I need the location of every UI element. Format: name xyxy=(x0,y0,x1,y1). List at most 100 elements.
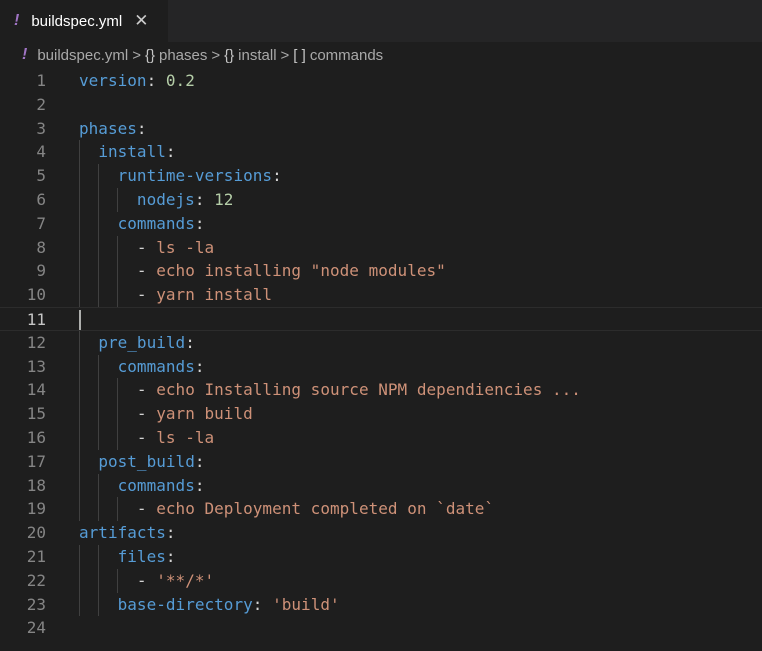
code-line[interactable]: 19 - echo Deployment completed on `date` xyxy=(0,497,762,521)
code-line[interactable]: 22 - '**/*' xyxy=(0,569,762,593)
code-text: - yarn build xyxy=(79,402,253,426)
breadcrumb-commands[interactable]: commands xyxy=(310,47,383,64)
indent-guide xyxy=(79,330,80,522)
code-line[interactable]: 4 install: xyxy=(0,140,762,164)
array-icon: [ ] xyxy=(293,46,306,64)
yaml-key: pre_build xyxy=(98,332,186,352)
yaml-punct: : xyxy=(146,71,166,90)
chevron-right-icon: > xyxy=(132,46,141,64)
yaml-string: ls -la xyxy=(156,237,215,257)
line-number: 22 xyxy=(26,570,46,590)
line-number: 10 xyxy=(26,285,46,305)
code-line[interactable]: 20 artifacts: xyxy=(0,521,762,545)
indent-guide xyxy=(79,140,80,307)
code-text: artifacts: xyxy=(79,521,176,545)
yaml-punct xyxy=(79,190,137,209)
code-line[interactable]: 3 phases: xyxy=(0,117,762,141)
yaml-punct xyxy=(79,333,98,352)
indent-guide xyxy=(117,378,119,450)
indent-guide xyxy=(98,354,100,450)
code-text: post_build: xyxy=(79,450,205,474)
breadcrumb-file[interactable]: buildspec.yml xyxy=(37,47,128,64)
yaml-key: phases xyxy=(79,118,137,138)
line-number: 11 xyxy=(26,310,46,329)
code-line[interactable]: 17 post_build: xyxy=(0,450,762,474)
code-line[interactable]: 10 - yarn install xyxy=(0,283,762,307)
line-number: 4 xyxy=(36,142,46,162)
yaml-key: runtime-versions xyxy=(117,166,273,186)
code-line[interactable]: 23 base-directory: 'build' xyxy=(0,593,762,617)
chevron-right-icon: > xyxy=(280,46,290,64)
code-line[interactable]: 2 xyxy=(0,93,762,117)
line-number: 1 xyxy=(36,71,46,90)
code-text: phases: xyxy=(79,117,147,141)
yaml-punct: : xyxy=(136,118,147,138)
yaml-punct xyxy=(79,452,98,471)
code-line[interactable]: 16 - ls -la xyxy=(0,426,762,450)
tab-buildspec[interactable]: ! buildspec.yml ✕ xyxy=(0,0,168,42)
code-text: - echo installing "node modules" xyxy=(79,259,446,283)
close-icon[interactable]: ✕ xyxy=(134,11,148,31)
yaml-punct: : xyxy=(185,332,195,352)
code-line[interactable]: 15 - yarn build xyxy=(0,402,762,426)
line-number: 13 xyxy=(26,356,46,376)
indent-guide xyxy=(117,497,119,522)
code-line[interactable]: 18 commands: xyxy=(0,474,762,498)
breadcrumb-phases[interactable]: phases xyxy=(159,47,207,64)
yaml-punct: : xyxy=(194,190,215,209)
yaml-key: artifacts xyxy=(79,523,166,543)
chevron-right-icon: > xyxy=(211,46,221,64)
code-line[interactable]: 24 xyxy=(0,616,762,640)
indent-guide xyxy=(98,545,100,617)
line-number: 14 xyxy=(26,380,46,400)
breadcrumb-install[interactable]: install xyxy=(238,47,276,64)
yaml-string: yarn build xyxy=(156,404,253,424)
yaml-key: nodejs xyxy=(136,190,195,209)
code-line[interactable]: 6 nodejs: 12 xyxy=(0,188,762,212)
code-line[interactable]: 7 commands: xyxy=(0,212,762,236)
yaml-punct: : xyxy=(194,451,205,471)
yaml-key: install xyxy=(98,142,166,162)
code-line[interactable]: 12 pre_build: xyxy=(0,331,762,355)
code-line[interactable]: 8 - ls -la xyxy=(0,236,762,260)
code-line[interactable]: 14 - echo Installing source NPM dependie… xyxy=(0,378,762,402)
yaml-key: post_build xyxy=(98,451,195,471)
line-number: 2 xyxy=(36,94,46,114)
line-number: 19 xyxy=(26,499,46,519)
tab-bar: ! buildspec.yml ✕ xyxy=(0,0,762,42)
yaml-file-icon: ! xyxy=(14,12,20,29)
yaml-string: echo Deployment completed on `date` xyxy=(156,499,495,519)
code-line[interactable]: 1 version: 0.2 xyxy=(0,69,762,93)
code-editor[interactable]: 1 version: 0.2 2 3 phases: 4 install: 5 runtim… xyxy=(0,69,762,651)
yaml-punct xyxy=(79,142,98,161)
code-text: - '**/*' xyxy=(79,569,214,593)
line-number: 7 xyxy=(36,213,46,233)
line-number: 18 xyxy=(26,475,46,495)
yaml-string: echo Installing source NPM dependiencies… xyxy=(156,380,581,400)
line-number: 16 xyxy=(26,428,46,447)
yaml-key: commands xyxy=(117,213,195,233)
code-line[interactable]: 21 files: xyxy=(0,545,762,569)
object-icon: {} xyxy=(224,46,235,64)
line-number: 23 xyxy=(26,594,46,614)
indent-guide xyxy=(117,235,119,307)
indent-guide xyxy=(98,473,100,522)
code-line[interactable]: 11 xyxy=(0,307,762,331)
code-line[interactable]: 9 - echo installing "node modules" xyxy=(0,259,762,283)
line-number: 12 xyxy=(26,332,46,352)
yaml-key: version xyxy=(79,71,147,90)
code-line[interactable]: 5 runtime-versions: xyxy=(0,164,762,188)
yaml-number: 12 xyxy=(214,190,234,209)
yaml-file-icon: ! xyxy=(22,46,28,63)
line-number: 8 xyxy=(36,237,46,257)
yaml-punct: : xyxy=(165,523,176,543)
code-text: version: 0.2 xyxy=(79,69,195,93)
indent-guide xyxy=(117,188,119,212)
yaml-string: echo installing "node modules" xyxy=(156,261,446,281)
code-text: files: xyxy=(79,545,176,569)
code-line[interactable]: 13 commands: xyxy=(0,355,762,379)
code-text: - yarn install xyxy=(79,283,272,307)
indent-guide xyxy=(98,164,100,212)
yaml-punct: : xyxy=(165,142,176,162)
code-text: - ls -la xyxy=(79,236,214,260)
